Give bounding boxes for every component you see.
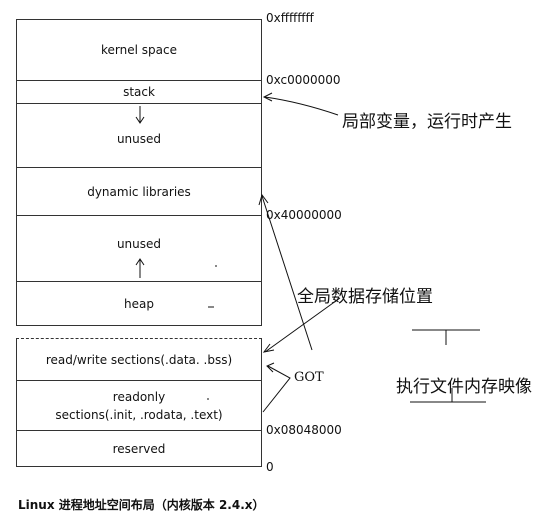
image-bracket-bottom [410, 388, 486, 403]
stack-growth-arrow [135, 106, 145, 124]
libs-arrow [258, 193, 313, 351]
annotation-arrows [135, 92, 486, 413]
got-arrow [262, 362, 291, 413]
stack-note-arrow [262, 92, 339, 116]
image-bracket-top [412, 329, 480, 345]
data-note-arrow [262, 297, 341, 353]
heap-growth-arrow [135, 258, 145, 278]
